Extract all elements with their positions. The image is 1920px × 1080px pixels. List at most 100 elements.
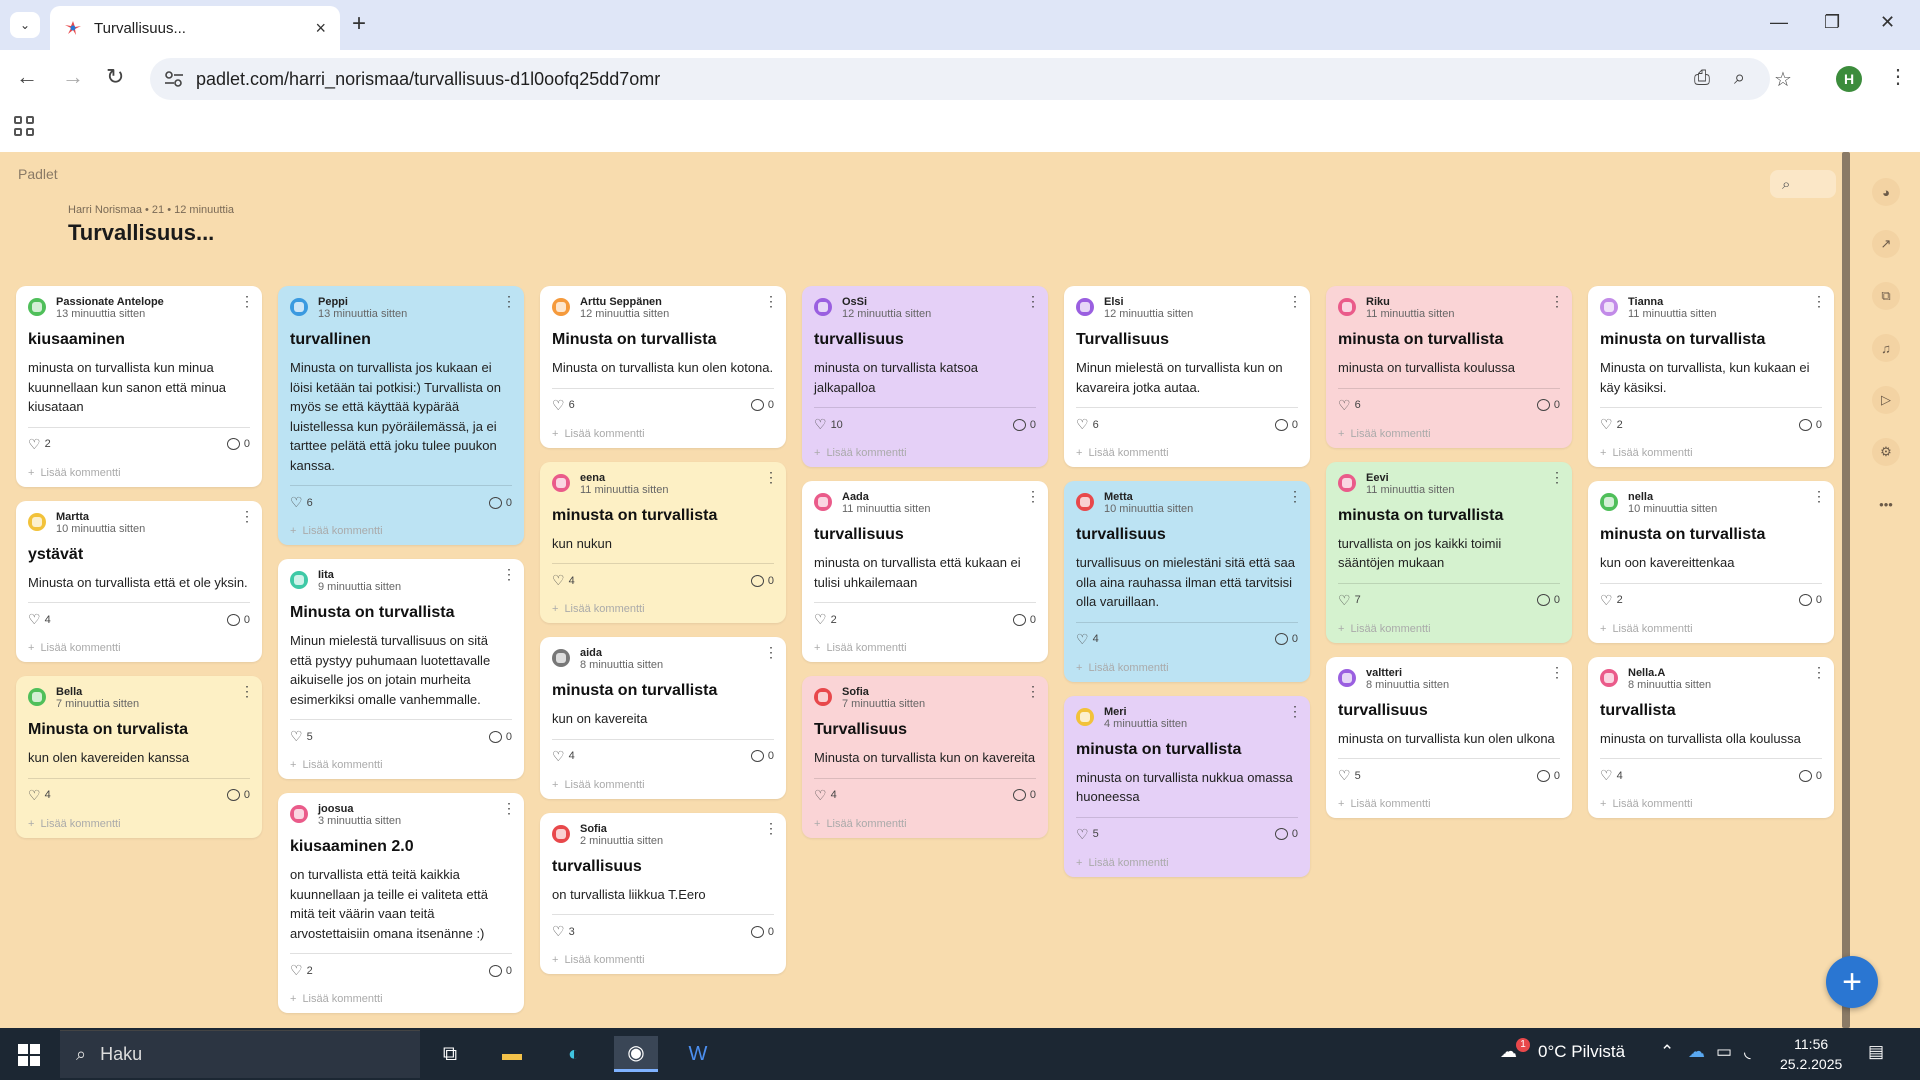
comment-button[interactable]: 0 (226, 613, 250, 626)
comment-button[interactable]: 0 (488, 730, 512, 743)
add-comment-button[interactable]: + Lisää kommentti (1076, 857, 1298, 869)
onedrive-icon[interactable]: ☁ (1688, 1042, 1705, 1062)
post-card[interactable]: joosua 3 minuuttia sitten ⋮ kiusaaminen 2.0… (278, 793, 524, 1013)
apps-grid-icon[interactable] (14, 116, 34, 136)
add-comment-button[interactable]: + Lisää kommentti (28, 642, 250, 654)
like-button[interactable]: ♡ 5 (1076, 826, 1099, 843)
post-menu-icon[interactable]: ⋮ (1812, 665, 1826, 679)
close-tab-icon[interactable]: × (315, 18, 326, 39)
post-card[interactable]: nella 10 minuuttia sitten ⋮ minusta on turv… (1588, 481, 1834, 643)
post-menu-icon[interactable]: ⋮ (1026, 294, 1040, 308)
padlet-brand[interactable]: Padlet (18, 166, 58, 182)
back-icon[interactable]: ← (16, 64, 38, 90)
post-menu-icon[interactable]: ⋮ (764, 294, 778, 308)
add-comment-button[interactable]: + Lisää kommentti (814, 818, 1036, 830)
notifications-icon[interactable]: ▤ (1868, 1042, 1884, 1062)
add-comment-button[interactable]: + Lisää kommentti (28, 467, 250, 479)
post-menu-icon[interactable]: ⋮ (1550, 470, 1564, 484)
post-menu-icon[interactable]: ⋮ (1550, 294, 1564, 308)
post-card[interactable]: Peppi 13 minuuttia sitten ⋮ turvallinen Minu… (278, 286, 524, 545)
add-comment-button[interactable]: + Lisää kommentti (814, 642, 1036, 654)
add-comment-button[interactable]: + Lisää kommentti (1600, 798, 1822, 810)
add-comment-button[interactable]: + Lisää kommentti (290, 993, 512, 1005)
post-menu-icon[interactable]: ⋮ (1026, 684, 1040, 698)
taskbar-search[interactable]: ⌕ Haku (60, 1030, 420, 1078)
comment-button[interactable]: 0 (488, 964, 512, 977)
comment-button[interactable]: 0 (1274, 418, 1298, 431)
minimize-icon[interactable]: — (1770, 12, 1788, 33)
tab-search-button[interactable]: ⌄ (10, 12, 40, 38)
settings-gear-icon[interactable]: ⚙ (1872, 438, 1900, 466)
taskbar-clock[interactable]: 11:56 25.2.2025 (1780, 1034, 1842, 1074)
new-tab-button[interactable]: + (352, 10, 366, 38)
post-menu-icon[interactable]: ⋮ (240, 294, 254, 308)
comment-button[interactable]: 0 (1536, 594, 1560, 606)
add-comment-button[interactable]: + Lisää kommentti (1338, 428, 1560, 440)
like-button[interactable]: ♡ 10 (814, 416, 843, 433)
add-comment-button[interactable]: + Lisää kommentti (552, 954, 774, 966)
notification-bell-icon[interactable]: ♫ (1872, 334, 1900, 362)
like-button[interactable]: ♡ 7 (1338, 592, 1361, 609)
post-menu-icon[interactable]: ⋮ (1812, 294, 1826, 308)
browser-menu-icon[interactable]: ⋮ (1888, 64, 1908, 89)
add-comment-button[interactable]: + Lisää kommentti (290, 759, 512, 771)
battery-icon[interactable]: ▭ (1716, 1042, 1732, 1062)
add-comment-button[interactable]: + Lisää kommentti (552, 779, 774, 791)
like-button[interactable]: ♡ 2 (1600, 416, 1623, 433)
like-button[interactable]: ♡ 4 (28, 787, 51, 804)
add-comment-button[interactable]: + Lisää kommentti (1338, 798, 1560, 810)
like-button[interactable]: ♡ 6 (552, 397, 575, 414)
post-card[interactable]: Meri 4 minuuttia sitten ⋮ minusta on turval… (1064, 695, 1310, 877)
post-card[interactable]: Martta 10 minuuttia sitten ⋮ ystävät Minusta… (16, 500, 262, 662)
word-icon[interactable]: W (676, 1036, 720, 1072)
post-menu-icon[interactable]: ⋮ (764, 645, 778, 659)
like-button[interactable]: ♡ 4 (1600, 767, 1623, 784)
post-card[interactable]: valtteri 8 minuuttia sitten ⋮ turvallisuus m… (1326, 656, 1572, 818)
add-comment-button[interactable]: + Lisää kommentti (814, 447, 1036, 459)
like-button[interactable]: ♡ 3 (552, 923, 575, 940)
remake-icon[interactable]: ⧉ (1872, 282, 1900, 310)
bookmark-star-icon[interactable]: ☆ (1774, 67, 1792, 92)
post-menu-icon[interactable]: ⋮ (1288, 704, 1302, 718)
post-menu-icon[interactable]: ⋮ (764, 470, 778, 484)
comment-button[interactable]: 0 (1274, 828, 1298, 840)
like-button[interactable]: ♡ 5 (290, 728, 313, 745)
post-card[interactable]: Tianna 11 minuuttia sitten ⋮ minusta on tur… (1588, 286, 1834, 467)
like-button[interactable]: ♡ 2 (814, 611, 837, 628)
post-card[interactable]: Sofia 7 minuuttia sitten ⋮ Turvallisuus Minu… (802, 676, 1048, 838)
restore-icon[interactable]: ❐ (1824, 12, 1840, 33)
add-comment-button[interactable]: + Lisää kommentti (1600, 623, 1822, 635)
install-app-icon[interactable]: ⎙ (1694, 67, 1710, 90)
board-search-button[interactable]: ⌕ (1770, 170, 1836, 198)
comment-button[interactable]: 0 (750, 399, 774, 411)
post-card[interactable]: Eevi 11 minuuttia sitten ⋮ minusta on turva… (1326, 461, 1572, 643)
post-card[interactable]: aida 8 minuuttia sitten ⋮ minusta on turval… (540, 637, 786, 799)
comment-button[interactable]: 0 (226, 789, 250, 801)
post-menu-icon[interactable]: ⋮ (240, 509, 254, 523)
comment-button[interactable]: 0 (1798, 769, 1822, 782)
post-card[interactable]: eena 11 minuuttia sitten ⋮ minusta on turva… (540, 461, 786, 623)
forward-icon[interactable]: → (62, 64, 84, 90)
post-menu-icon[interactable]: ⋮ (240, 684, 254, 698)
user-avatar-icon[interactable]: ◕ (1872, 178, 1900, 206)
post-menu-icon[interactable]: ⋮ (1812, 489, 1826, 503)
browser-tab[interactable]: Turvallisuus... × (50, 6, 340, 50)
zoom-icon[interactable]: ⌕ (1734, 67, 1745, 90)
post-menu-icon[interactable]: ⋮ (764, 821, 778, 835)
add-comment-button[interactable]: + Lisää kommentti (1076, 662, 1298, 674)
post-card[interactable]: Aada 11 minuuttia sitten ⋮ turvallisuus minu… (802, 481, 1048, 662)
comment-button[interactable]: 0 (750, 574, 774, 587)
post-menu-icon[interactable]: ⋮ (502, 801, 516, 815)
comment-button[interactable]: 0 (750, 750, 774, 762)
wifi-icon[interactable]: ◟ (1744, 1042, 1751, 1062)
file-explorer-icon[interactable]: ▬ (490, 1036, 534, 1072)
post-card[interactable]: Passionate Antelope 13 minuuttia sitten ⋮ k… (16, 286, 262, 487)
post-card[interactable]: Arttu Seppänen 12 minuuttia sitten ⋮ Minust… (540, 286, 786, 448)
like-button[interactable]: ♡ 6 (1338, 397, 1361, 414)
add-comment-button[interactable]: + Lisää kommentti (28, 818, 250, 830)
more-options-icon[interactable]: ••• (1872, 490, 1900, 518)
add-comment-button[interactable]: + Lisää kommentti (1600, 447, 1822, 459)
post-card[interactable]: OsSi 12 minuuttia sitten ⋮ turvallisuus minu… (802, 286, 1048, 467)
comment-button[interactable]: 0 (226, 438, 250, 450)
post-card[interactable]: Iita 9 minuuttia sitten ⋮ Minusta on turval… (278, 559, 524, 779)
